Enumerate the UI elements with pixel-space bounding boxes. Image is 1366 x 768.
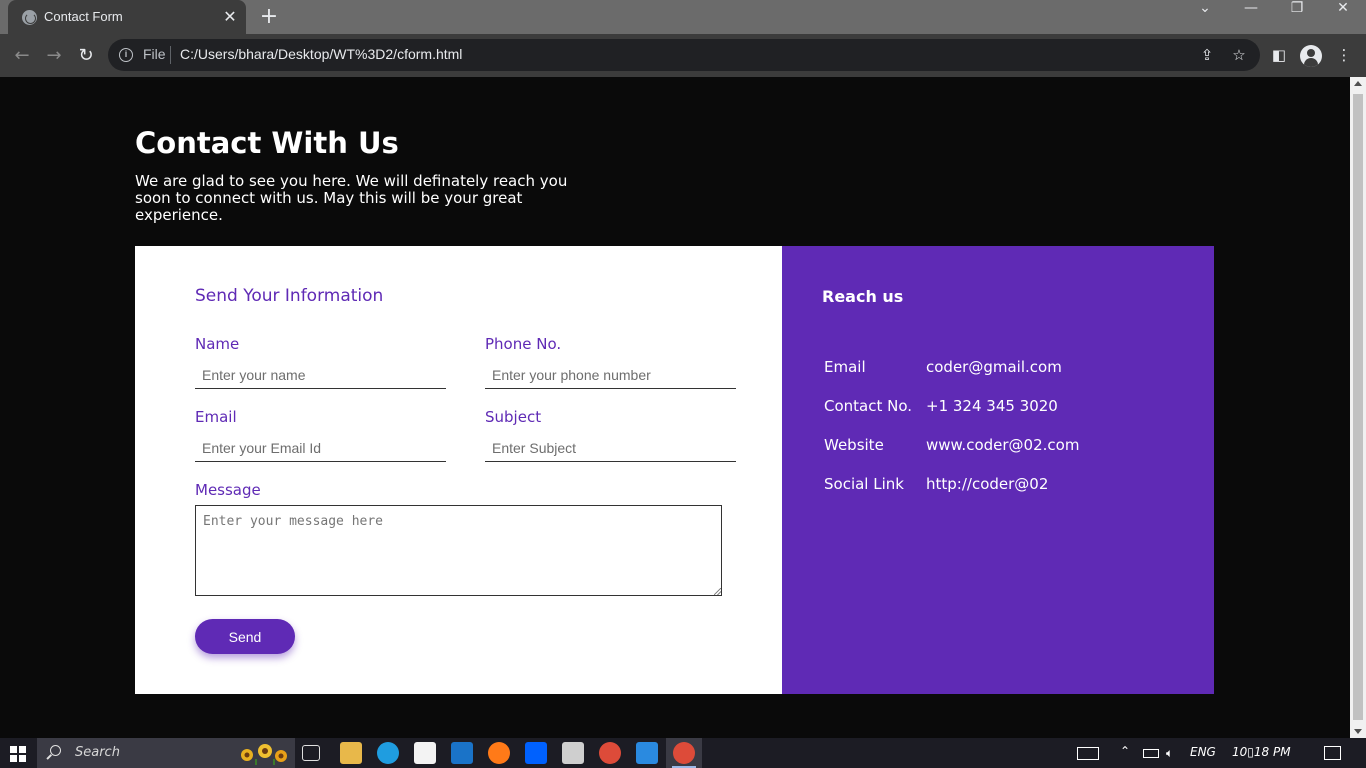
firefox-icon[interactable] bbox=[488, 742, 510, 764]
reach-us-panel: Reach us Email coder@gmail.com Contact N… bbox=[782, 246, 1214, 694]
close-window-button[interactable]: ✕ bbox=[1320, 0, 1366, 34]
address-separator bbox=[170, 46, 171, 64]
browser-toolbar: ← → ↻ i File C:/Users/bhara/Desktop/WT%3… bbox=[0, 34, 1366, 77]
scroll-up-arrow-icon[interactable] bbox=[1354, 81, 1362, 86]
name-field: Name bbox=[195, 335, 446, 389]
reach-value: +1 324 345 3020 bbox=[926, 397, 1058, 415]
globe-icon bbox=[22, 10, 37, 25]
vertical-scrollbar[interactable] bbox=[1350, 77, 1366, 738]
language-indicator[interactable]: ENG bbox=[1190, 745, 1216, 759]
address-bar[interactable]: i File C:/Users/bhara/Desktop/WT%3D2/cfo… bbox=[108, 39, 1260, 71]
reload-icon[interactable]: ↻ bbox=[72, 42, 100, 70]
intro-text: We are glad to see you here. We will def… bbox=[135, 172, 568, 224]
send-button[interactable]: Send bbox=[195, 619, 295, 654]
phone-label: Phone No. bbox=[485, 335, 562, 353]
vscode-icon[interactable] bbox=[636, 742, 658, 764]
subject-input[interactable] bbox=[485, 434, 736, 462]
news-widget-icon[interactable] bbox=[1077, 747, 1099, 760]
message-label: Message bbox=[195, 481, 261, 499]
page-viewport: Contact With Us We are glad to see you h… bbox=[0, 77, 1350, 738]
reach-key: Social Link bbox=[824, 475, 904, 493]
textarea-resize-handle[interactable] bbox=[714, 588, 721, 595]
phone-field: Phone No. bbox=[485, 335, 736, 389]
scroll-thumb[interactable] bbox=[1353, 94, 1363, 720]
volume-icon[interactable]: 🔈︎ bbox=[1166, 746, 1173, 761]
sunflower-decoration-icon bbox=[241, 744, 287, 765]
taskbar-search-box[interactable]: Search bbox=[37, 738, 295, 768]
forward-arrow-icon[interactable]: → bbox=[40, 42, 68, 70]
email-input[interactable] bbox=[195, 434, 446, 462]
taskbar-clock[interactable]: 10▯18 PM bbox=[1232, 745, 1291, 759]
dropbox-icon[interactable] bbox=[525, 742, 547, 764]
microsoft-store-icon[interactable] bbox=[414, 742, 436, 764]
page-title: Contact With Us bbox=[135, 126, 399, 160]
url-scheme-label: File bbox=[143, 46, 166, 62]
reach-row-email: Email coder@gmail.com bbox=[824, 358, 1204, 378]
phone-input[interactable] bbox=[485, 361, 736, 389]
scroll-down-arrow-icon[interactable] bbox=[1354, 729, 1362, 734]
browser-title-bar: Contact Form ✕ + ⌄ — ❐ ✕ bbox=[0, 0, 1366, 34]
task-view-icon[interactable] bbox=[302, 745, 320, 761]
show-hidden-icons-chevron-icon[interactable]: ⌃ bbox=[1120, 744, 1130, 758]
side-panel-icon[interactable]: ◧ bbox=[1269, 45, 1289, 65]
restore-button[interactable]: ❐ bbox=[1274, 0, 1320, 34]
windows-start-icon[interactable] bbox=[10, 746, 26, 762]
form-title: Send Your Information bbox=[195, 286, 384, 306]
back-arrow-icon[interactable]: ← bbox=[8, 42, 36, 70]
mail-icon[interactable] bbox=[451, 742, 473, 764]
edge-browser-icon[interactable] bbox=[377, 742, 399, 764]
subject-field: Subject bbox=[485, 408, 736, 462]
url-text[interactable]: C:/Users/bhara/Desktop/WT%3D2/cform.html bbox=[180, 46, 462, 62]
contact-card: Send Your Information Name Phone No. Ema… bbox=[135, 246, 1214, 694]
reach-row-social: Social Link http://coder@02 bbox=[824, 475, 1204, 495]
taskbar-search-text: Search bbox=[75, 745, 120, 760]
info-icon[interactable]: i bbox=[119, 48, 133, 62]
reach-key: Email bbox=[824, 358, 866, 376]
bookmark-star-icon[interactable]: ☆ bbox=[1230, 46, 1248, 64]
reach-key: Website bbox=[824, 436, 884, 454]
reach-value: coder@gmail.com bbox=[926, 358, 1062, 376]
file-explorer-icon[interactable] bbox=[340, 742, 362, 764]
reach-key: Contact No. bbox=[824, 397, 913, 415]
reach-row-website: Website www.coder@02.com bbox=[824, 436, 1204, 456]
share-icon[interactable]: ⇪ bbox=[1198, 46, 1216, 64]
search-icon bbox=[50, 745, 61, 756]
name-input[interactable] bbox=[195, 361, 446, 389]
battery-icon[interactable] bbox=[1143, 749, 1159, 758]
browser-tab[interactable]: Contact Form ✕ bbox=[8, 0, 246, 34]
close-tab-icon[interactable]: ✕ bbox=[220, 7, 240, 27]
profile-avatar-icon[interactable] bbox=[1300, 45, 1322, 67]
notification-center-icon[interactable] bbox=[1324, 746, 1341, 760]
reach-us-title: Reach us bbox=[822, 287, 904, 306]
menu-kebab-icon[interactable]: ⋮ bbox=[1334, 45, 1354, 65]
subject-label: Subject bbox=[485, 408, 542, 426]
minimize-button[interactable]: — bbox=[1228, 0, 1274, 34]
name-label: Name bbox=[195, 335, 240, 353]
new-tab-button[interactable]: + bbox=[257, 5, 281, 29]
reach-row-contact: Contact No. +1 324 345 3020 bbox=[824, 397, 1204, 417]
reach-value: www.coder@02.com bbox=[926, 436, 1080, 454]
amazon-icon[interactable] bbox=[562, 742, 584, 764]
reach-value: http://coder@02 bbox=[926, 475, 1049, 493]
chrome-icon[interactable] bbox=[599, 742, 621, 764]
email-label: Email bbox=[195, 408, 237, 426]
tab-search-chevron-icon[interactable]: ⌄ bbox=[1182, 0, 1228, 34]
message-textarea[interactable] bbox=[195, 505, 722, 596]
email-field: Email bbox=[195, 408, 446, 462]
windows-taskbar: Search ⌃ 🔈︎ ENG 10▯18 PM bbox=[0, 738, 1366, 768]
tab-title: Contact Form bbox=[44, 9, 123, 24]
chrome-active-icon[interactable] bbox=[673, 742, 695, 764]
